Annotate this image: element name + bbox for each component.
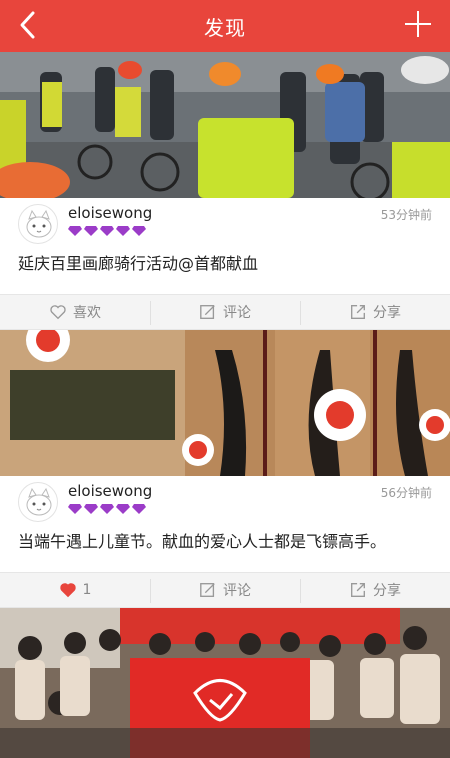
post-header: eloisewong 56分钟前: [0, 476, 450, 526]
diamond-icon: [68, 226, 82, 236]
post-text: 延庆百里画廊骑行活动@首都献血: [0, 248, 450, 294]
share-icon: [351, 583, 365, 597]
plus-icon[interactable]: [404, 10, 432, 38]
nav-bar: 发现: [0, 0, 450, 52]
post-photo[interactable]: [0, 52, 450, 198]
group-photo: [0, 608, 450, 758]
heart-icon: [50, 305, 66, 320]
like-button[interactable]: 喜欢: [0, 295, 150, 329]
post-actions: 喜欢 评论 分享: [0, 294, 450, 330]
post-photo[interactable]: [0, 330, 450, 476]
diamond-icon: [116, 226, 130, 236]
post-text: 当端午遇上儿童节。献血的爱心人士都是飞镖高手。: [0, 526, 450, 572]
username[interactable]: eloisewong: [68, 204, 152, 222]
post-time: 53分钟前: [380, 208, 432, 222]
diamond-icon: [132, 226, 146, 236]
post-actions: 1 评论 分享: [0, 572, 450, 608]
heart-filled-icon: [59, 583, 76, 598]
username[interactable]: eloisewong: [68, 482, 152, 500]
cycling-photo: [0, 52, 450, 198]
goods-photo: [0, 330, 450, 476]
comment-label: 评论: [223, 305, 251, 321]
post-photo[interactable]: [0, 608, 450, 758]
share-icon: [351, 305, 365, 319]
diamond-icon: [84, 504, 98, 514]
level-badges: [68, 226, 146, 236]
page-title: 发现: [204, 15, 246, 40]
avatar[interactable]: [18, 204, 58, 244]
share-label: 分享: [373, 305, 401, 321]
edit-icon: [200, 583, 215, 597]
post-header: eloisewong 53分钟前: [0, 198, 450, 248]
back-arrow-icon[interactable]: [14, 10, 44, 40]
like-button[interactable]: 1: [0, 573, 150, 607]
diamond-icon: [84, 226, 98, 236]
cat-avatar-icon: [26, 209, 52, 238]
feed: eloisewong 53分钟前 延庆百里画廊骑行活动@首都献血 喜欢 评论 分…: [0, 52, 450, 758]
diamond-icon: [100, 504, 114, 514]
diamond-icon: [116, 504, 130, 514]
diamond-icon: [68, 504, 82, 514]
share-label: 分享: [373, 583, 401, 599]
comment-label: 评论: [223, 583, 251, 599]
level-badges: [68, 504, 146, 514]
comment-button[interactable]: 评论: [150, 295, 300, 329]
share-button[interactable]: 分享: [300, 573, 450, 607]
share-button[interactable]: 分享: [300, 295, 450, 329]
comment-button[interactable]: 评论: [150, 573, 300, 607]
like-count: 1: [82, 582, 92, 598]
cat-avatar-icon: [26, 487, 52, 516]
diamond-icon: [132, 504, 146, 514]
diamond-icon: [100, 226, 114, 236]
avatar[interactable]: [18, 482, 58, 522]
post-time: 56分钟前: [380, 486, 432, 500]
edit-icon: [200, 305, 215, 319]
like-label: 喜欢: [73, 305, 101, 321]
